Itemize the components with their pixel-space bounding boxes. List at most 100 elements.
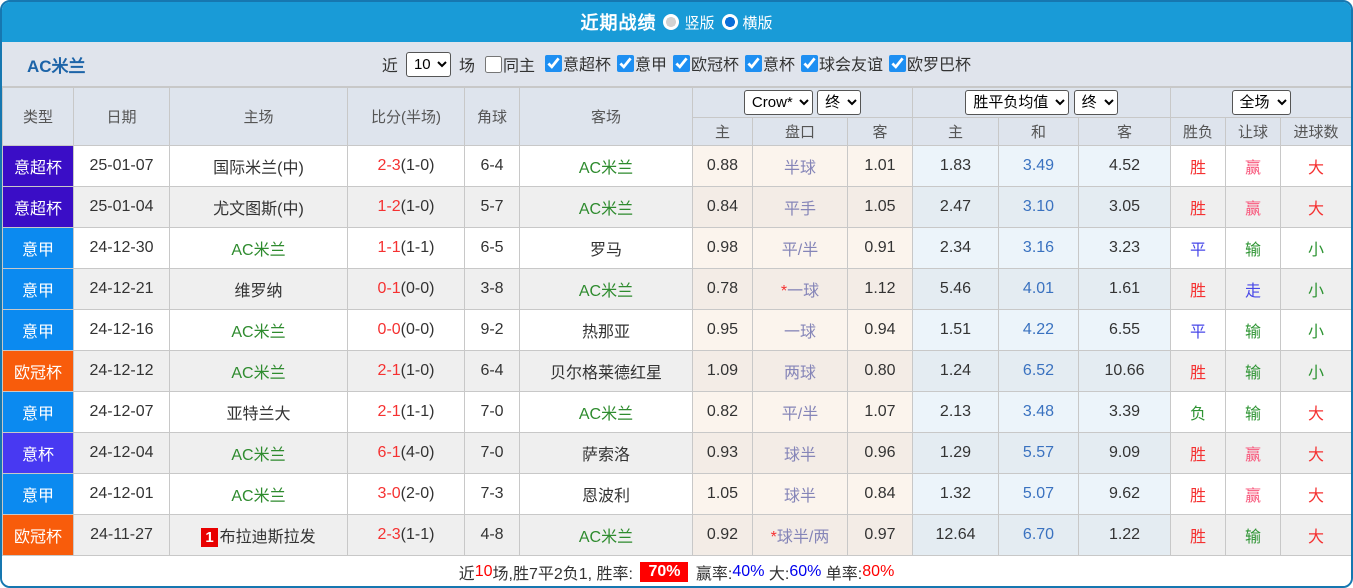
half-score: (0-0) — [401, 280, 435, 297]
league-checkbox-1[interactable] — [545, 55, 562, 72]
same-home-option[interactable]: 同主 — [479, 52, 535, 76]
half-score: (1-1) — [401, 403, 435, 420]
summary-segment-9: 单率: — [821, 560, 862, 584]
full-score: 3-0 — [378, 485, 401, 502]
cell-avg-draw: 5.07 — [999, 474, 1079, 515]
cell-score: 2-3(1-0) — [348, 146, 465, 187]
scope-select-group: 全场 — [1171, 88, 1352, 118]
cell-handicap: 球半 — [753, 474, 848, 515]
cell-league: 意超杯 — [3, 146, 74, 187]
cell-let-result: 赢 — [1226, 433, 1281, 474]
league-filter-3[interactable]: 欧冠杯 — [667, 51, 739, 75]
match-count-select[interactable]: 10 — [406, 52, 451, 77]
cell-avg-draw: 3.16 — [999, 228, 1079, 269]
league-label-6: 欧罗巴杯 — [907, 51, 971, 75]
home-team-name: 尤文图斯(中) — [213, 201, 304, 218]
cell-date: 24-12-21 — [74, 269, 170, 310]
bookmaker-select[interactable]: Crow* — [744, 90, 813, 115]
league-filter-4[interactable]: 意杯 — [739, 51, 795, 75]
odds-period-select[interactable]: 终 — [817, 90, 861, 115]
half-score: (1-1) — [401, 526, 435, 543]
cell-avg-away: 10.66 — [1079, 351, 1171, 392]
cell-avg-draw: 3.10 — [999, 187, 1079, 228]
cell-league: 欧冠杯 — [3, 351, 74, 392]
table-row: 意甲24-12-21维罗纳0-1(0-0)3-8AC米兰0.78*一球1.125… — [3, 269, 1352, 310]
league-checkbox-6[interactable] — [889, 55, 906, 72]
away-team-name: 恩波利 — [582, 488, 630, 505]
radio-vertical-icon[interactable] — [663, 14, 679, 30]
cell-away-team: 热那亚 — [520, 310, 693, 351]
league-label-4: 意杯 — [763, 51, 795, 75]
subheader-avg-away: 客 — [1079, 118, 1171, 146]
cell-avg-away: 3.05 — [1079, 187, 1171, 228]
cell-odds-away: 0.97 — [848, 515, 913, 556]
cell-home-team: AC米兰 — [170, 351, 348, 392]
table-row: 意甲24-12-16AC米兰0-0(0-0)9-2热那亚0.95一球0.941.… — [3, 310, 1352, 351]
cell-odds-away: 1.12 — [848, 269, 913, 310]
cell-league: 意甲 — [3, 392, 74, 433]
cell-let-result: 输 — [1226, 351, 1281, 392]
cell-avg-home: 2.47 — [913, 187, 999, 228]
cell-goals-result: 小 — [1281, 228, 1352, 269]
cell-avg-away: 3.23 — [1079, 228, 1171, 269]
same-home-checkbox[interactable] — [485, 56, 502, 73]
table-row: 意甲24-12-01AC米兰3-0(2-0)7-3恩波利1.05球半0.841.… — [3, 474, 1352, 515]
league-filter-2[interactable]: 意甲 — [611, 51, 667, 75]
cell-date: 24-12-07 — [74, 392, 170, 433]
near-label: 近 — [382, 52, 398, 76]
league-filter-1[interactable]: 意超杯 — [539, 51, 611, 75]
cell-goals-result: 小 — [1281, 310, 1352, 351]
cell-let-result: 输 — [1226, 310, 1281, 351]
subheader-avg-home: 主 — [913, 118, 999, 146]
cell-corner: 7-0 — [465, 433, 520, 474]
cell-odds-away: 0.96 — [848, 433, 913, 474]
league-checkbox-2[interactable] — [617, 55, 634, 72]
cell-avg-away: 6.55 — [1079, 310, 1171, 351]
cell-league: 欧冠杯 — [3, 515, 74, 556]
cell-goals-result: 大 — [1281, 515, 1352, 556]
odds-select-group: Crow* 终 — [693, 88, 913, 118]
cell-odds-home: 1.05 — [693, 474, 753, 515]
half-score: (0-0) — [401, 321, 435, 338]
layout-option-horizontal[interactable]: 横版 — [722, 12, 773, 33]
league-checkbox-3[interactable] — [673, 55, 690, 72]
cell-handicap: 两球 — [753, 351, 848, 392]
layout-option-vertical[interactable]: 竖版 — [663, 12, 714, 33]
away-team-name: AC米兰 — [579, 406, 633, 423]
league-checkbox-4[interactable] — [745, 55, 762, 72]
cell-away-team: 贝尔格莱德红星 — [520, 351, 693, 392]
away-team-name: 萨索洛 — [582, 447, 630, 464]
table-row: 意杯24-12-04AC米兰6-1(4-0)7-0萨索洛0.93球半0.961.… — [3, 433, 1352, 474]
avg-type-select[interactable]: 胜平负均值 — [965, 90, 1069, 115]
header-type: 类型 — [3, 88, 74, 146]
cell-corner: 4-8 — [465, 515, 520, 556]
handicap-text: 平/半 — [782, 406, 818, 423]
handicap-text: 两球 — [784, 365, 816, 382]
cell-score: 1-2(1-0) — [348, 187, 465, 228]
league-checkbox-5[interactable] — [801, 55, 818, 72]
cell-odds-home: 0.88 — [693, 146, 753, 187]
cell-avg-home: 2.13 — [913, 392, 999, 433]
cell-avg-away: 9.09 — [1079, 433, 1171, 474]
cell-let-result: 走 — [1226, 269, 1281, 310]
avg-period-select[interactable]: 终 — [1074, 90, 1118, 115]
league-filter-5[interactable]: 球会友谊 — [795, 51, 883, 75]
cell-home-team: AC米兰 — [170, 228, 348, 269]
cell-home-team: AC米兰 — [170, 433, 348, 474]
league-filter-6[interactable]: 欧罗巴杯 — [883, 51, 971, 75]
radio-horizontal-icon[interactable] — [722, 14, 738, 30]
summary-segment-4: 70% — [640, 562, 688, 582]
cell-result: 胜 — [1171, 269, 1226, 310]
cell-result: 胜 — [1171, 351, 1226, 392]
scope-select[interactable]: 全场 — [1232, 90, 1291, 115]
cell-corner: 3-8 — [465, 269, 520, 310]
cell-odds-away: 0.91 — [848, 228, 913, 269]
cell-odds-home: 0.78 — [693, 269, 753, 310]
cell-odds-home: 0.95 — [693, 310, 753, 351]
away-team-name: 贝尔格莱德红星 — [550, 365, 662, 382]
cell-handicap: 平手 — [753, 187, 848, 228]
table-row: 意甲24-12-07亚特兰大2-1(1-1)7-0AC米兰0.82平/半1.07… — [3, 392, 1352, 433]
full-score: 2-3 — [378, 526, 401, 543]
cell-avg-away: 4.52 — [1079, 146, 1171, 187]
cell-odds-home: 0.82 — [693, 392, 753, 433]
